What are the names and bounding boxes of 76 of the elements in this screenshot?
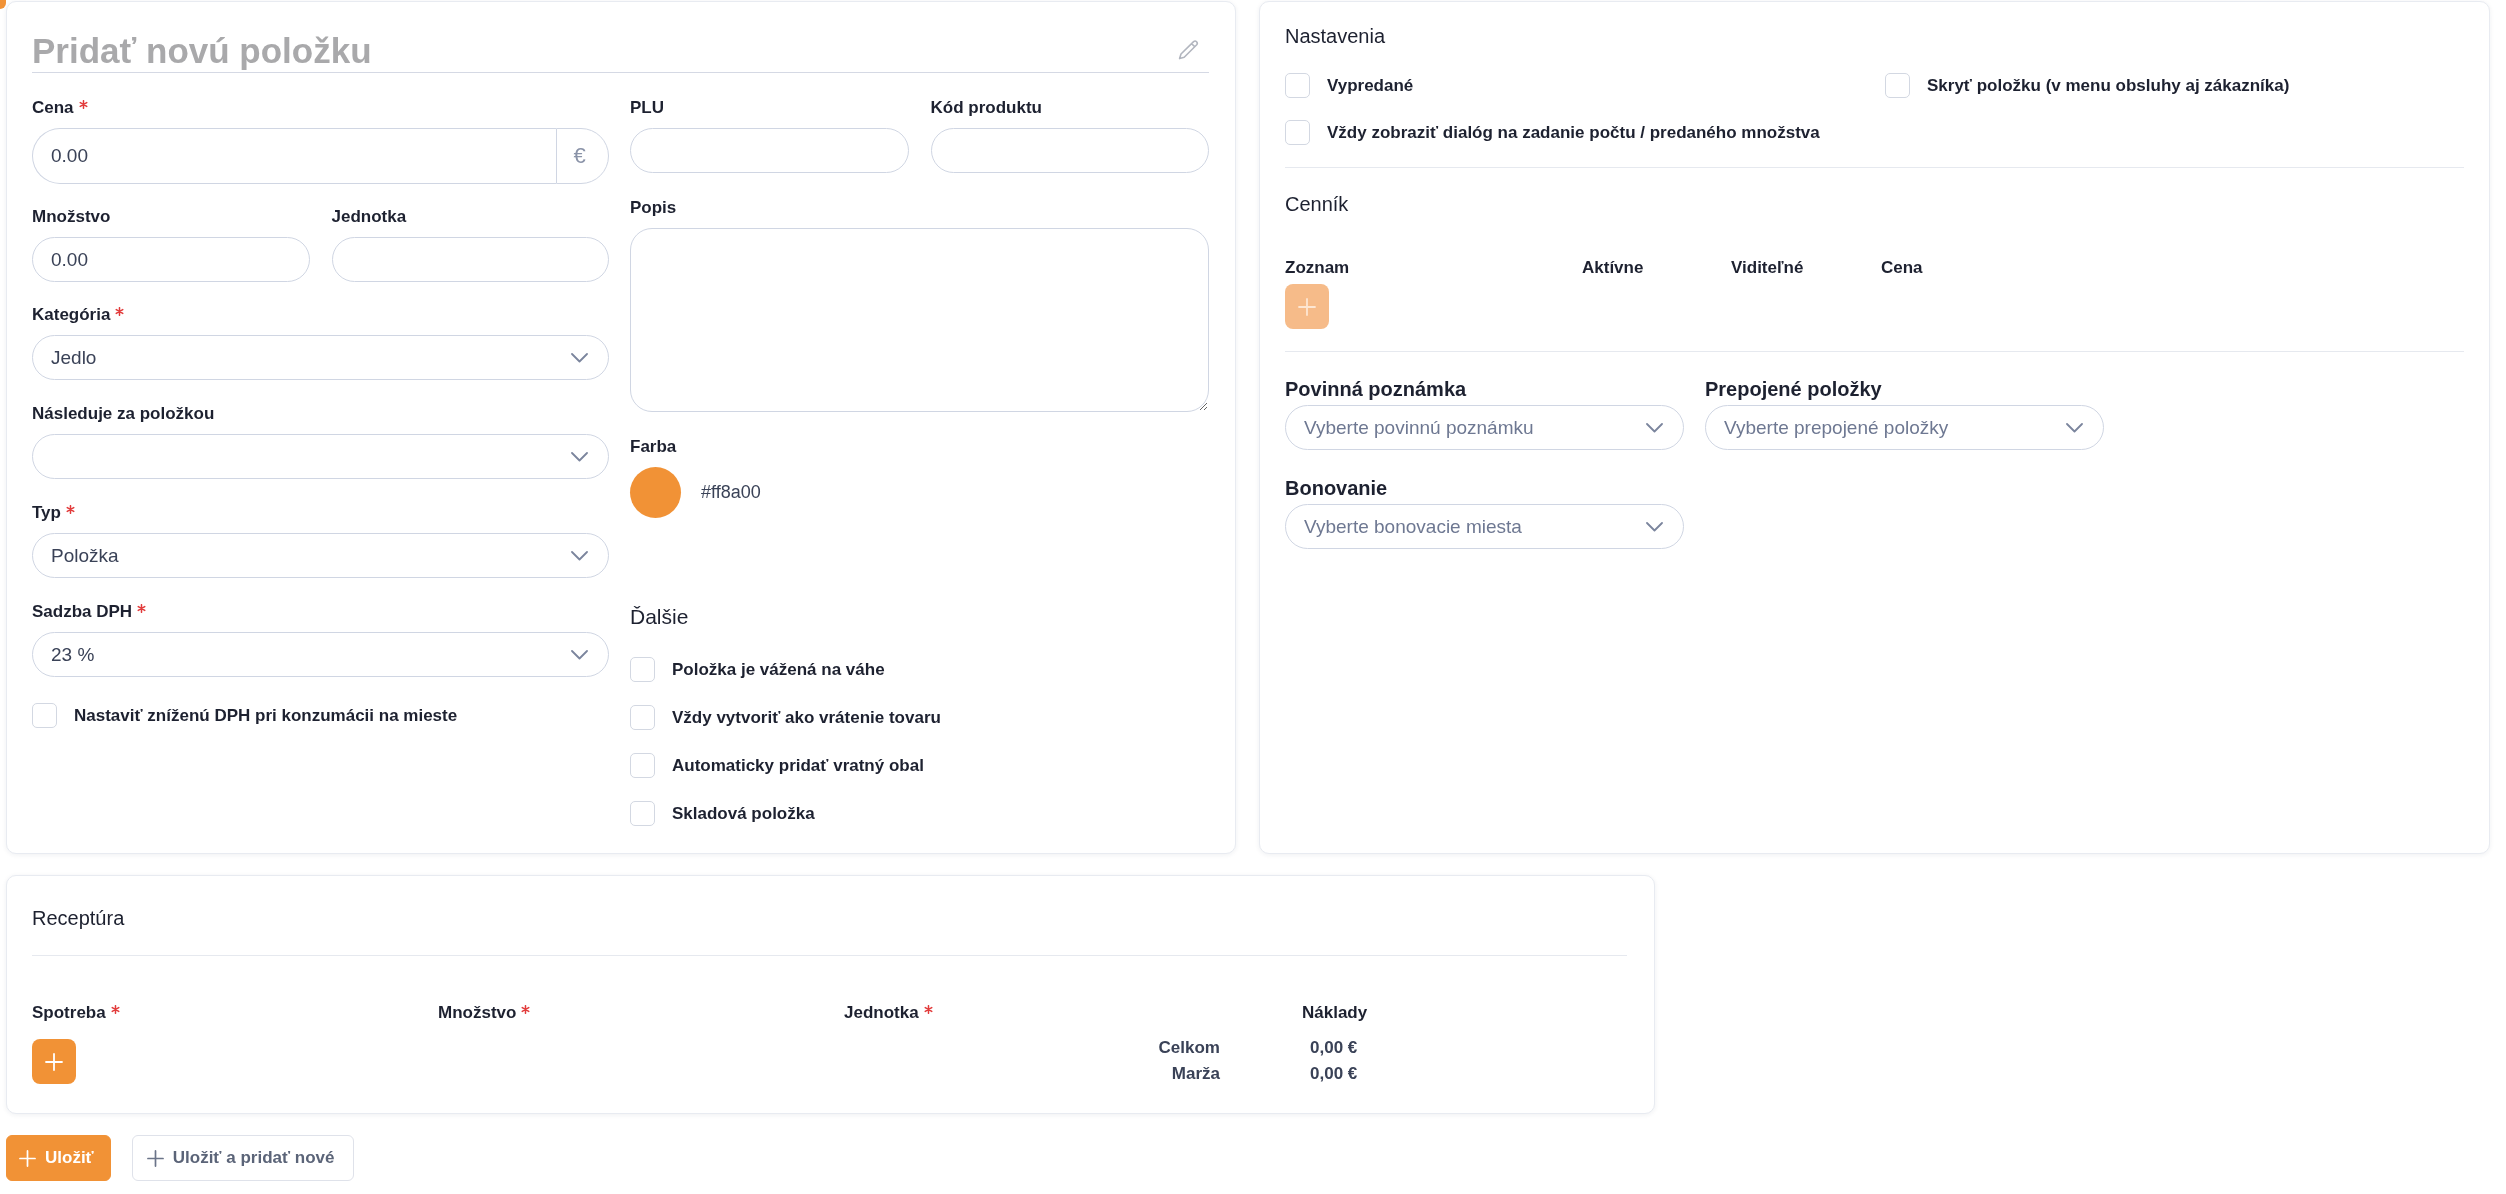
field-label: Následuje za položkou (32, 403, 215, 425)
plus-icon (146, 1149, 164, 1167)
total-label: Celkom (1158, 1037, 1220, 1059)
corner-mark-drawing (0, 0, 6, 9)
total-value: 0,00 € (1310, 1037, 1358, 1059)
checkbox-label: Vždy vytvoriť ako vrátenie tovaru (672, 706, 941, 729)
plus-icon (1298, 297, 1316, 316)
checkbox[interactable] (1285, 120, 1310, 145)
follows-item-select[interactable] (32, 434, 609, 479)
field-label: Farba (630, 436, 677, 458)
checkbox-label: Skladová položka (672, 802, 815, 825)
column-header: Množstvo (438, 1002, 517, 1024)
vat-rate-select[interactable]: 23 % (32, 632, 609, 677)
column-header: Jednotka (844, 1002, 919, 1024)
plu-input[interactable] (630, 128, 909, 173)
plus-icon (45, 1052, 63, 1071)
field-label: PLU (630, 97, 664, 119)
section-title: Nastavenia (1285, 24, 1387, 49)
field-label: Typ (32, 502, 61, 524)
plus-icon (19, 1149, 36, 1167)
description-textarea[interactable] (630, 228, 1209, 412)
type-select[interactable]: Položka (32, 533, 609, 578)
chevron-down-icon (571, 352, 588, 363)
linked-items-select[interactable]: Vyberte prepojené položky (1705, 405, 2104, 450)
quantity-input[interactable]: 0.00 (32, 237, 310, 282)
column-header: Zoznam (1285, 257, 1351, 279)
required-note-select[interactable]: Vyberte povinnú poznámku (1285, 405, 1684, 450)
price-input[interactable]: 0.00 (32, 128, 556, 184)
column-header: Cena (1881, 257, 1924, 279)
chevron-down-icon (1646, 422, 1663, 433)
field-label: Bonovanie (1285, 476, 1388, 500)
checkbox-label: Vypredané (1327, 74, 1414, 97)
checkbox-label: Skryť položku (v menu obsluhy aj zákazníka) (1927, 74, 2290, 97)
chevron-down-icon (2066, 422, 2083, 433)
column-header: Aktívne (1582, 257, 1645, 279)
field-label: Sadzba DPH (32, 601, 133, 623)
checkbox-label: Položka je vážená na váhe (672, 658, 885, 681)
column-header: Spotreba (32, 1002, 106, 1024)
checkbox[interactable] (1885, 73, 1910, 98)
color-swatch-icon[interactable] (630, 467, 681, 518)
checkbox[interactable] (1285, 73, 1310, 98)
checkbox-label: Automaticky pridať vratný obal (672, 754, 924, 777)
checkbox[interactable] (630, 801, 655, 826)
column-header: Náklady (1302, 1002, 1368, 1024)
chevron-down-icon (1646, 521, 1663, 532)
category-select[interactable]: Jedlo (32, 335, 609, 380)
field-label: Jednotka (331, 206, 407, 228)
item-title: Pridať novú položku (32, 29, 372, 72)
checkbox-label: Nastaviť zníženú DPH pri konzumácii na mieste (74, 704, 458, 727)
total-label: Marža (1171, 1063, 1220, 1085)
checkbox[interactable] (32, 703, 57, 728)
chevron-down-icon (571, 649, 588, 660)
chevron-down-icon (571, 550, 588, 561)
checkbox[interactable] (630, 753, 655, 778)
checkbox[interactable] (630, 705, 655, 730)
section-title: Receptúra (32, 906, 126, 931)
field-label: Popis (630, 197, 677, 219)
chevron-down-icon (571, 451, 588, 462)
save-and-add-button[interactable]: Uložiť a pridať nové (131, 1135, 354, 1181)
checkbox-label: Vždy zobraziť dialóg na zadanie počtu / predaného množstva (1327, 121, 1820, 144)
add-button[interactable] (32, 1039, 76, 1084)
total-value: 0,00 € (1310, 1063, 1358, 1085)
section-title: Cenník (1285, 192, 1350, 217)
printing-select[interactable]: Vyberte bonovacie miesta (1285, 504, 1684, 549)
column-header: Viditeľné (1731, 257, 1805, 279)
field-label: Kód produktu (930, 97, 1042, 119)
field-label: Povinná poznámka (1285, 377, 1467, 401)
field-label: Kategória (32, 304, 111, 326)
field-label: Cena (32, 97, 74, 119)
unit-input[interactable] (331, 237, 609, 282)
color-value: #ff8a00 (701, 482, 761, 503)
checkbox[interactable] (630, 657, 655, 682)
section-title: Ďalšie (630, 604, 690, 630)
field-label: Prepojené položky (1705, 377, 1882, 401)
field-label: Množstvo (32, 206, 111, 228)
product-code-input[interactable] (930, 128, 1209, 173)
